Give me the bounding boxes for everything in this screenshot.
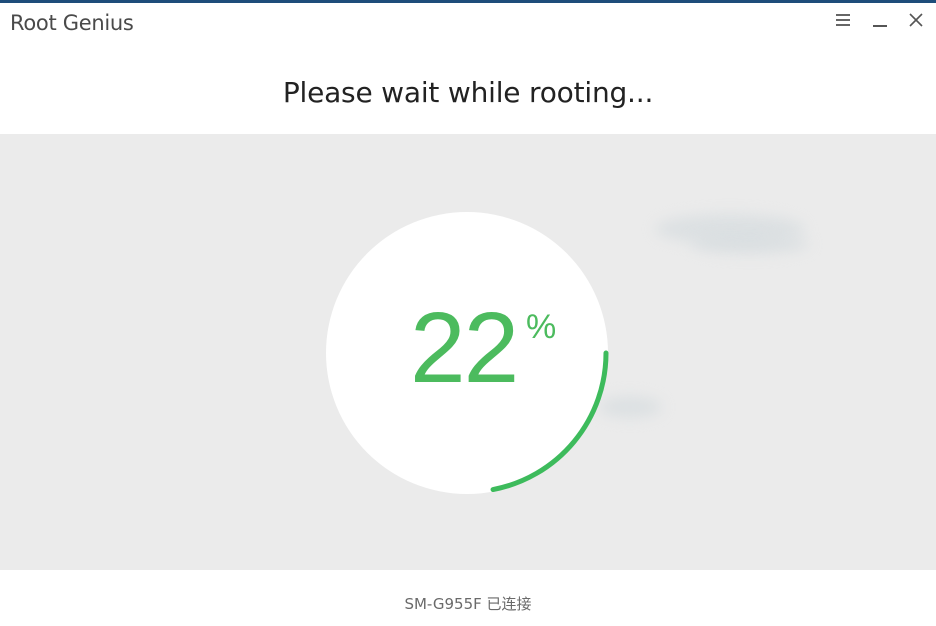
- hamburger-menu-icon: [836, 14, 850, 26]
- app-window: Root Genius Please wait while rooting...…: [0, 0, 936, 626]
- menu-button[interactable]: [830, 7, 856, 33]
- progress-percent-unit: %: [526, 308, 557, 346]
- minimize-icon: [873, 13, 887, 27]
- page-heading: Please wait while rooting...: [282, 76, 654, 109]
- title-bar[interactable]: Root Genius: [0, 3, 936, 43]
- close-icon: [909, 13, 923, 27]
- progress-percent-value: 22: [410, 292, 519, 404]
- app-title: Root Genius: [10, 11, 134, 35]
- minimize-button[interactable]: [867, 7, 893, 33]
- progress-readout: 22 %: [326, 212, 608, 494]
- status-bar: SM-G955F 已连接: [0, 570, 936, 626]
- close-button[interactable]: [903, 7, 929, 33]
- progress-panel: 22 %: [0, 134, 936, 570]
- device-connection-status: SM-G955F 已连接: [404, 595, 532, 613]
